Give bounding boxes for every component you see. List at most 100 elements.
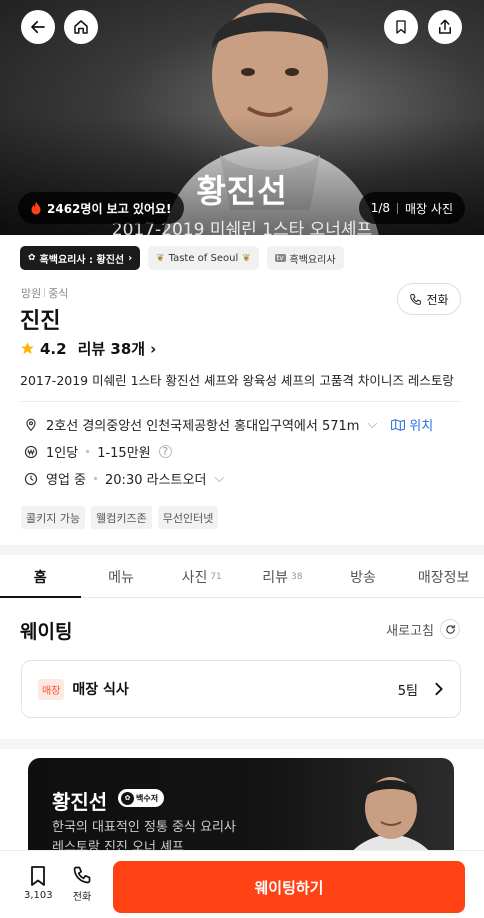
price-line: 1인당 1-15만원 ? <box>24 442 172 461</box>
amenity-tag: 무선인터넷 <box>157 506 219 529</box>
photo-label: 매장 사진 <box>405 201 453 216</box>
waiting-team-count: 5팀 <box>397 683 418 699</box>
chevron-right-icon <box>435 682 443 696</box>
refresh-label: 새로고침 <box>386 623 434 639</box>
separator <box>44 288 46 297</box>
tab-label: 매장정보 <box>417 569 470 586</box>
store-name: 진진 <box>20 309 61 334</box>
chef-desc-line: 한국의 대표적인 정통 중식 요리사 <box>52 820 236 835</box>
tab-store-info[interactable]: 매장정보 <box>403 556 484 597</box>
hours-status: 영업 중 <box>46 473 87 488</box>
price-per-label: 1인당 <box>46 446 79 461</box>
tab-label: 사진 <box>181 569 208 586</box>
chef-hat-icon: ✿ <box>28 253 36 263</box>
price-range: 1-15만원 <box>97 446 151 461</box>
section-divider <box>0 545 484 555</box>
chef-hat-icon: ✿ <box>121 791 134 805</box>
chevron-right-icon: › <box>128 252 133 264</box>
back-button[interactable] <box>21 10 55 44</box>
map-link[interactable]: 위치 <box>391 415 433 434</box>
area-label: 망원 <box>21 287 42 300</box>
phone-icon <box>73 866 91 884</box>
call-button[interactable]: 전화 <box>397 283 461 315</box>
chip-tv-label: 흑백요리사 <box>289 254 336 266</box>
save-button[interactable]: 3,103 <box>24 865 53 901</box>
location-line[interactable]: 2호선 경의중앙선 인천국제공항선 홍대입구역에서 571m ⌵ 위치 <box>24 415 433 434</box>
refresh-icon <box>440 619 460 639</box>
viewers-text: 2462명이 보고 있어요! <box>47 201 172 216</box>
hours-line[interactable]: 영업 중 20:30 라스트오더 ⌵ <box>24 469 224 488</box>
fire-icon <box>31 201 41 215</box>
rating-score: 4.2 <box>40 339 67 358</box>
tab-photos[interactable]: 사진 71 <box>161 556 242 597</box>
clock-icon <box>24 472 38 485</box>
hero-image[interactable]: 황진선 2017-2019 미쉐린 1스타 오너셰프 2462명이 보고 있어요… <box>0 0 484 235</box>
location-pin-icon <box>26 418 36 431</box>
review-count: 리뷰 38개 <box>77 340 146 358</box>
bottom-call-button[interactable]: 전화 <box>72 865 92 903</box>
hours-last-order: 20:30 라스트오더 <box>105 473 207 488</box>
waiting-cta-button[interactable]: 웨이팅하기 <box>113 861 465 913</box>
viewers-badge: 2462명이 보고 있어요! <box>18 192 184 224</box>
rating-row[interactable]: 4.2 리뷰 38개 › <box>20 338 156 359</box>
cuisine-label: 중식 <box>48 287 69 300</box>
separator <box>94 477 98 480</box>
amenity-tag: 웰컴키즈존 <box>91 506 152 529</box>
tab-count: 71 <box>210 571 222 582</box>
call-label: 전화 <box>426 292 449 307</box>
bookmark-icon <box>31 866 46 886</box>
help-icon[interactable]: ? <box>158 445 172 458</box>
laurel-left-icon: ❦ <box>156 252 165 264</box>
section-divider <box>0 739 484 749</box>
bookmark-icon <box>396 20 406 34</box>
call-label: 전화 <box>72 892 92 903</box>
chevron-right-icon: › <box>150 339 157 358</box>
share-icon <box>439 19 451 34</box>
photo-counter[interactable]: 1/8 매장 사진 <box>358 192 465 224</box>
tab-label: 홈 <box>33 569 47 586</box>
star-icon <box>21 342 34 355</box>
chip-award[interactable]: ❦ Taste of Seoul ❦ <box>148 246 259 270</box>
waiting-option-card[interactable]: 매장 매장 식사 5팀 <box>21 660 461 718</box>
tab-reviews[interactable]: 리뷰 38 <box>242 556 323 597</box>
bottom-action-bar: 3,103 전화 웨이팅하기 <box>0 850 484 918</box>
tab-count: 38 <box>291 571 303 582</box>
divider <box>20 401 462 402</box>
laurel-right-icon: ❦ <box>242 252 251 264</box>
chip-show-tag[interactable]: ✿ 흑백요리사 : 황진선 › <box>20 246 141 270</box>
tab-label: 리뷰 <box>262 569 288 586</box>
chip-tv[interactable]: tv 흑백요리사 <box>266 246 344 270</box>
save-count: 3,103 <box>24 890 53 901</box>
chevron-down-icon: ⌵ <box>367 417 378 432</box>
map-icon <box>391 418 406 431</box>
photo-index: 1/8 <box>370 201 391 215</box>
chip-show-tag-label: 흑백요리사 : 황진선 <box>39 254 125 266</box>
tab-broadcast[interactable]: 방송 <box>323 556 404 597</box>
waiting-badge: 매장 <box>38 678 65 700</box>
amenity-tags: 콜키지 가능 웰컴키즈존 무선인터넷 <box>21 506 219 529</box>
tv-icon: tv <box>274 254 286 262</box>
restaurant-detail-page: 황진선 2017-2019 미쉐린 1스타 오너셰프 2462명이 보고 있어요… <box>0 0 484 918</box>
tab-bar: 홈 메뉴 사진 71 리뷰 38 방송 매장정보 <box>0 556 484 598</box>
chevron-down-icon: ⌵ <box>214 471 225 486</box>
refresh-button[interactable]: 새로고침 <box>386 619 460 639</box>
home-button[interactable] <box>64 10 98 44</box>
waiting-label: 매장 식사 <box>72 682 129 698</box>
chef-name: 황진선 <box>52 790 108 814</box>
phone-icon <box>410 293 422 305</box>
home-icon <box>74 20 88 34</box>
separator <box>86 450 90 453</box>
amenity-tag: 콜키지 가능 <box>21 506 86 529</box>
bookmark-button[interactable] <box>384 10 418 44</box>
chip-award-label: Taste of Seoul <box>168 252 239 264</box>
tab-home[interactable]: 홈 <box>0 556 81 598</box>
tab-label: 메뉴 <box>108 569 134 586</box>
won-icon <box>24 445 38 458</box>
share-button[interactable] <box>428 10 462 44</box>
chef-badge-label: 백수저 <box>136 793 159 803</box>
location-text: 2호선 경의중앙선 인천국제공항선 홍대입구역에서 571m <box>46 419 360 434</box>
tab-menu[interactable]: 메뉴 <box>81 556 162 597</box>
separator <box>397 202 399 214</box>
arrow-left-icon <box>31 20 45 34</box>
waiting-title: 웨이팅 <box>20 621 73 643</box>
